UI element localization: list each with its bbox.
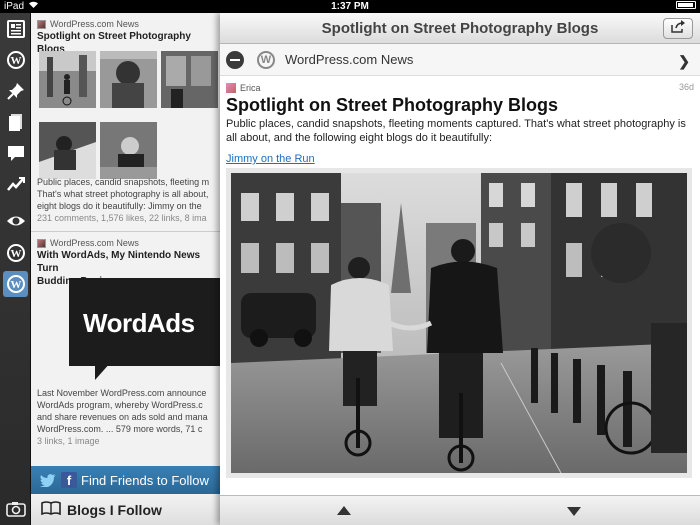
share-button[interactable]	[663, 18, 693, 39]
chevron-right-icon[interactable]: ❯	[678, 53, 690, 70]
svg-text:W: W	[10, 55, 21, 67]
wordads-banner-text: WordAds	[83, 308, 195, 338]
thumbnail-image[interactable]	[100, 51, 157, 108]
blog-header-row[interactable]: W WordPress.com News ❯	[220, 44, 700, 76]
posts-icon[interactable]	[3, 109, 28, 135]
sidebar-rail: W W W	[0, 13, 31, 525]
author-name: Erica	[240, 83, 261, 93]
post-blog-name: WordPress.com News	[50, 238, 139, 248]
post-age: 36d	[678, 82, 694, 92]
reader-post-list: WordPress.com News Spotlight on Street P…	[31, 13, 220, 525]
thumbnail-image[interactable]	[39, 51, 96, 108]
blog-name: WordPress.com News	[285, 52, 414, 67]
camera-icon	[5, 501, 26, 522]
post-image-grid	[39, 51, 220, 181]
street-photo[interactable]	[231, 173, 687, 473]
next-post-button[interactable]	[567, 507, 581, 516]
post-detail-pane: Spotlight on Street Photography Blogs W …	[220, 13, 700, 525]
previous-post-button[interactable]	[337, 506, 351, 515]
blog-favicon	[37, 238, 46, 248]
status-bar: iPad 1:37 PM	[0, 0, 700, 13]
thumbnail-image[interactable]	[100, 122, 157, 179]
post-blog-name: WordPress.com News	[50, 19, 139, 29]
list-item-details: Last November WordPress.com announce Wor…	[31, 387, 220, 447]
post-meta: 231 comments, 1,576 likes, 22 links, 8 i…	[37, 213, 207, 223]
pin-icon[interactable]	[3, 78, 28, 104]
speech-bubble-tail	[95, 362, 111, 380]
blogs-i-follow-button[interactable]: Blogs I Follow	[31, 494, 220, 525]
bottom-toolbar	[220, 495, 700, 525]
divider	[31, 231, 220, 232]
twitter-icon	[39, 472, 57, 488]
svg-text:W: W	[10, 279, 21, 291]
wordpress-icon: W	[257, 51, 275, 69]
view-site-icon[interactable]	[3, 208, 28, 234]
author-row: Erica 36d	[226, 82, 694, 94]
nav-bar: Spotlight on Street Photography Blogs	[220, 13, 700, 44]
reader-icon[interactable]	[3, 16, 28, 42]
blogs-i-follow-label: Blogs I Follow	[67, 501, 162, 518]
thumbnail-image[interactable]	[39, 122, 96, 179]
article-title: Spotlight on Street Photography Blogs	[226, 95, 558, 115]
svg-text:W: W	[10, 248, 21, 260]
battery-icon	[676, 1, 696, 9]
avatar	[226, 83, 236, 93]
article-body: Public places, candid snapshots, fleetin…	[226, 118, 686, 144]
unfollow-icon[interactable]	[226, 51, 244, 69]
wordads-banner[interactable]: WordAds	[69, 278, 220, 366]
book-icon	[41, 501, 61, 518]
article-link[interactable]: Jimmy on the Run	[226, 153, 315, 165]
thumbnail-image[interactable]	[161, 51, 218, 108]
wordpress-icon[interactable]: W	[3, 240, 28, 266]
comments-icon[interactable]	[3, 140, 28, 166]
ipad-screen: iPad 1:37 PM W W W WordPress.com News Sp…	[0, 0, 700, 525]
blog-favicon	[37, 19, 46, 29]
share-icon	[670, 19, 686, 38]
facebook-icon: f	[61, 472, 77, 488]
list-item-details: Public places, candid snapshots, fleetin…	[31, 176, 220, 224]
stats-icon[interactable]	[3, 171, 28, 197]
post-excerpt: Last November WordPress.com announce Wor…	[37, 388, 208, 434]
wordpress-icon[interactable]: W	[3, 47, 28, 73]
find-friends-button[interactable]: f Find Friends to Follow	[31, 466, 220, 494]
post-excerpt: Public places, candid snapshots, fleetin…	[37, 177, 210, 211]
wordpress-icon[interactable]: W	[3, 271, 28, 297]
clock: 1:37 PM	[331, 1, 369, 12]
page-title: Spotlight on Street Photography Blogs	[321, 20, 599, 37]
find-friends-label: Find Friends to Follow	[81, 472, 209, 488]
camera-button[interactable]	[0, 497, 31, 525]
post-meta: 3 links, 1 image	[37, 436, 100, 446]
article-photo-frame	[226, 168, 692, 478]
